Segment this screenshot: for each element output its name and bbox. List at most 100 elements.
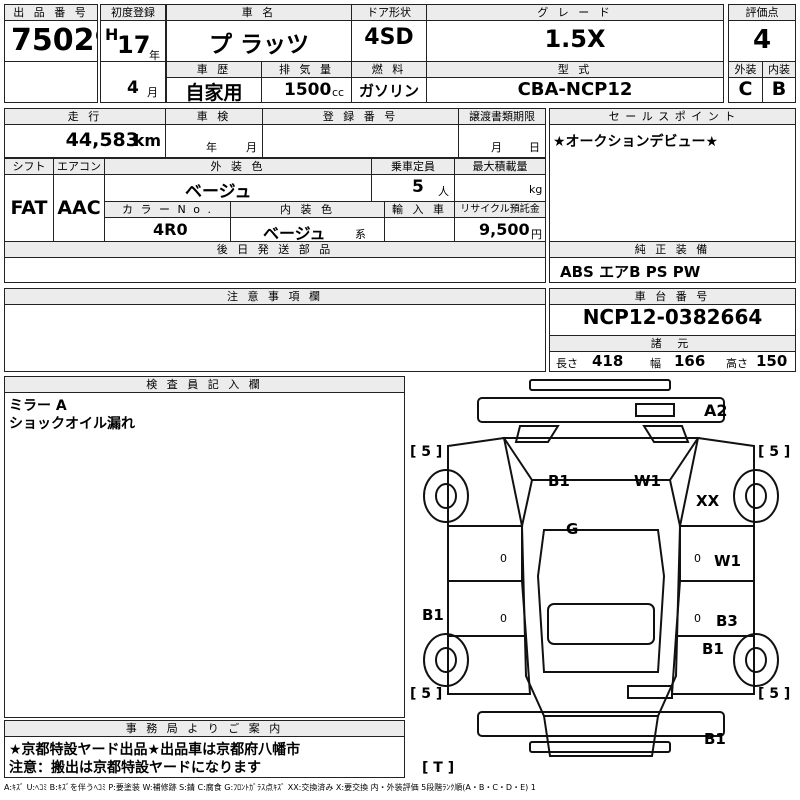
sales-point: ★オークションデビュー★ [553,134,719,150]
inspector-cell: 検 査 員 記 入 欄 ミラー A ショックオイル漏れ [4,376,405,718]
import-label: 輸 入 車 [385,202,454,218]
car-diagram: A2 B1 W1 XX G W1 B1 B3 B1 B1 0 0 0 0 [ 5… [410,379,790,776]
office-label: 事 務 局 よ り ご 案 内 [5,721,404,737]
length: 418 [592,352,624,370]
office-line-1: ★京都特設ヤード出品★出品車は京都府八幡市 [9,742,301,758]
office-line-2: 注意：搬出は京都特設ヤードになります [9,760,261,776]
max-load-label: 最大積載量 [455,159,545,175]
spare-tire: [ T ] [422,760,454,776]
recycle-amount: 9,500 [479,220,530,239]
zero-mark-right: 0 [694,552,701,565]
fuel-label: 燃 料 [352,62,426,78]
ac: AAC [57,197,101,219]
import-cell: 輸 入 車 [384,201,455,242]
recycle-unit: 円 [531,228,542,241]
registration-year: 17 [117,31,151,59]
office-cell: 事 務 局 よ り ご 案 内 ★京都特設ヤード出品★出品車は京都府八幡市 注意… [4,720,405,778]
max-load-unit: kg [529,183,543,196]
lot-number-label: 出 品 番 号 [5,5,97,21]
grade-label: グ レ ー ド [427,5,723,21]
mark-w1-roof: W1 [634,472,661,490]
inspector-line-1: ミラー A [9,398,67,414]
tire-rear-left: [ 5 ] [410,686,442,702]
shift: FAT [10,197,48,219]
interior-grade-cell: 内装 B [762,61,796,103]
mark-b1-rear-right: B1 [702,640,724,658]
shift-label: シフト [5,159,53,175]
fuel-cell: 燃 料 ガソリン [351,61,427,103]
model-label: 型 式 [427,62,723,78]
door: 4SD [364,25,414,50]
mark-a2: A2 [704,401,728,420]
interior-color-label: 内 装 色 [231,202,384,218]
score-cell: 評価点 4 [728,4,796,62]
first-registration-cell: 初度登録 H 17 年 [100,4,166,62]
mark-b3: B3 [716,612,738,630]
mileage-label: 走 行 [5,109,165,125]
equipment-label: 純 正 装 備 [550,242,795,258]
equipment: ABS エアB PS PW [560,263,701,281]
zero-mark-left-rear: 0 [500,612,507,625]
mark-b1-roof: B1 [548,472,570,490]
mark-g: G [566,520,578,538]
height-label: 高さ [726,357,748,370]
car-name: プ ラッツ [208,32,309,58]
grade: 1.5X [544,25,606,53]
exterior-grade-cell: 外装 C [728,61,763,103]
capacity-unit: 人 [438,185,449,198]
door-label: ドア形状 [352,5,426,21]
recycle-cell: リサイクル預託金 9,500 円 [454,201,546,242]
width-label: 幅 [650,357,661,370]
chassis-number: NCP12-0382664 [582,305,763,329]
chassis-cell: 車 台 番 号 NCP12-0382664 [549,288,796,336]
color-number-cell: カ ラ ー N o . 4R0 [104,201,231,242]
registration-month-cell: 4 月 [100,61,166,103]
color-number-label: カ ラ ー N o . [105,202,230,218]
damage-diagram-cell: A2 B1 W1 XX G W1 B1 B3 B1 B1 0 0 0 0 [ 5… [408,376,796,778]
interior-grade: B [771,78,787,100]
transfer-deadline-cell: 譲渡書類期限 月 日 [458,108,546,158]
inspector-line-2: ショックオイル漏れ [9,416,135,432]
tire-front-right: [ 5 ] [758,444,790,460]
inspection-label: 車 検 [166,109,262,125]
equipment-cell: 純 正 装 備 ABS エアB PS PW [549,241,796,283]
mark-b1-rear: B1 [704,730,726,748]
displacement-cell: 排 気 量 1500 cc [261,61,352,103]
notes-cell: 注 意 事 項 欄 [4,288,546,372]
registration-number-cell: 登 録 番 号 [262,108,459,158]
exterior-color: ベージュ [185,182,252,202]
door-cell: ドア形状 4SD [351,4,427,62]
interior-color-unit: 系 [355,228,366,241]
month-unit: 月 [147,86,158,99]
dimensions-label: 諸 元 [550,336,795,352]
transfer-deadline-label: 譲渡書類期限 [459,109,545,125]
later-parts-cell: 後 日 発 送 部 品 [4,241,546,283]
transfer-month-unit: 月 [491,141,502,154]
history: 自家用 [185,82,243,103]
ac-label: エアコン [54,159,104,175]
max-load-cell: 最大積載量 kg [454,158,546,202]
zero-mark-left: 0 [500,552,507,565]
fuel: ガソリン [358,82,419,100]
car-name-label: 車 名 [167,5,351,21]
sales-point-cell: セ ー ル ス ポ イ ン ト ★オークションデビュー★ [549,108,796,258]
model-cell: 型 式 CBA-NCP12 [426,61,724,103]
displacement-label: 排 気 量 [262,62,351,78]
registration-number-label: 登 録 番 号 [263,109,458,125]
mileage-unit: km [133,131,161,150]
registration-month: 4 [127,78,139,98]
tire-front-left: [ 5 ] [410,444,442,460]
legend: A:ｷｽﾞ U:ﾍｺﾐ B:ｷｽﾞを伴うﾍｺﾐ P:要塗装 W:補修跡 S:錆 … [4,783,536,792]
mileage: 44,583 [65,129,139,151]
history-label: 車 歴 [167,62,261,78]
interior-color-cell: 内 装 色 ベージュ 系 [230,201,385,242]
interior-color: ベージュ [263,224,326,242]
mark-w1-right: W1 [714,552,741,570]
width: 166 [674,352,706,370]
shift-cell: シフト FAT [4,158,54,242]
later-parts-label: 後 日 発 送 部 品 [5,242,545,258]
first-registration-label: 初度登録 [101,5,165,21]
exterior-color-cell: 外 装 色 ベージュ [104,158,372,202]
capacity-label: 乗車定員 [372,159,454,175]
capacity-cell: 乗車定員 5 人 [371,158,455,202]
